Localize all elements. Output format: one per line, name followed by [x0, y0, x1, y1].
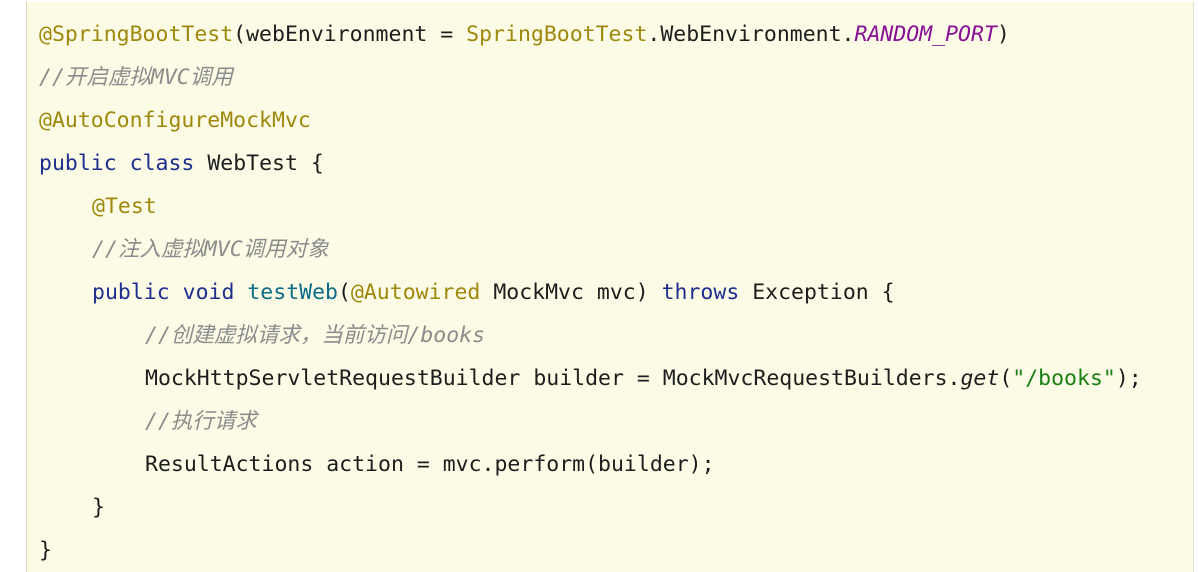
- method-name: testWeb: [247, 280, 338, 305]
- code-token: (: [337, 280, 351, 305]
- annotation-autoconfiguremockmvc: @AutoConfigureMockMvc: [39, 108, 311, 133]
- code-token: (webEnvironment =: [233, 22, 467, 47]
- open-brace: {: [310, 151, 324, 176]
- code-line-11: ResultActions action = mvc.perform(build…: [39, 450, 715, 480]
- enum-constant: RANDOM_PORT: [854, 22, 997, 47]
- code-line-4: public class WebTest {: [39, 149, 324, 179]
- annotation-class-ref: SpringBootTest: [466, 22, 648, 47]
- code-token: (: [999, 366, 1013, 391]
- keyword-void: void: [182, 280, 235, 305]
- code-line-10: //执行请求: [39, 407, 257, 437]
- code-line-9: MockHttpServletRequestBuilder builder = …: [39, 364, 1142, 394]
- annotation-autowired: @Autowired: [350, 280, 481, 305]
- code-line-7: public void testWeb(@Autowired MockMvc m…: [39, 278, 895, 308]
- code-line-8: //创建虚拟请求，当前访问/books: [39, 321, 485, 351]
- annotation-springboottest: @SpringBootTest: [39, 22, 234, 47]
- code-token: MockHttpServletRequestBuilder builder = …: [145, 366, 961, 391]
- code-line-1: @SpringBootTest(webEnvironment = SpringB…: [39, 20, 1010, 50]
- keyword-throws: throws: [661, 280, 740, 305]
- code-comment: //开启虚拟MVC调用: [39, 65, 233, 90]
- keyword-public: public: [92, 280, 170, 305]
- code-line-6: //注入虚拟MVC调用对象: [39, 235, 329, 265]
- close-brace: }: [92, 495, 105, 520]
- code-line-12: }: [39, 493, 105, 523]
- code-line-3: @AutoConfigureMockMvc: [39, 106, 311, 136]
- code-token: .WebEnvironment.: [647, 22, 855, 47]
- close-brace: }: [39, 538, 52, 563]
- code-token: ResultActions action = mvc.perform(build…: [145, 452, 715, 477]
- annotation-test: @Test: [92, 194, 157, 219]
- keyword-class: class: [129, 151, 195, 176]
- code-token: MockMvc mvc): [480, 280, 662, 305]
- code-comment: //创建虚拟请求，当前访问/books: [145, 323, 486, 348]
- keyword-public: public: [39, 151, 117, 176]
- code-line-13: }: [39, 536, 52, 566]
- code-token: ): [996, 22, 1010, 47]
- static-method-call: get: [960, 366, 1000, 391]
- code-token: );: [1115, 366, 1142, 391]
- code-editor: @SpringBootTest(webEnvironment = SpringB…: [26, 2, 1194, 572]
- code-line-2: //开启虚拟MVC调用: [39, 63, 233, 93]
- code-comment: //注入虚拟MVC调用对象: [92, 237, 329, 262]
- class-name: WebTest: [207, 151, 298, 176]
- code-line-5: @Test: [39, 192, 157, 222]
- code-token: Exception {: [739, 280, 895, 305]
- code-comment: //执行请求: [145, 409, 257, 434]
- string-literal: "/books": [1012, 366, 1116, 391]
